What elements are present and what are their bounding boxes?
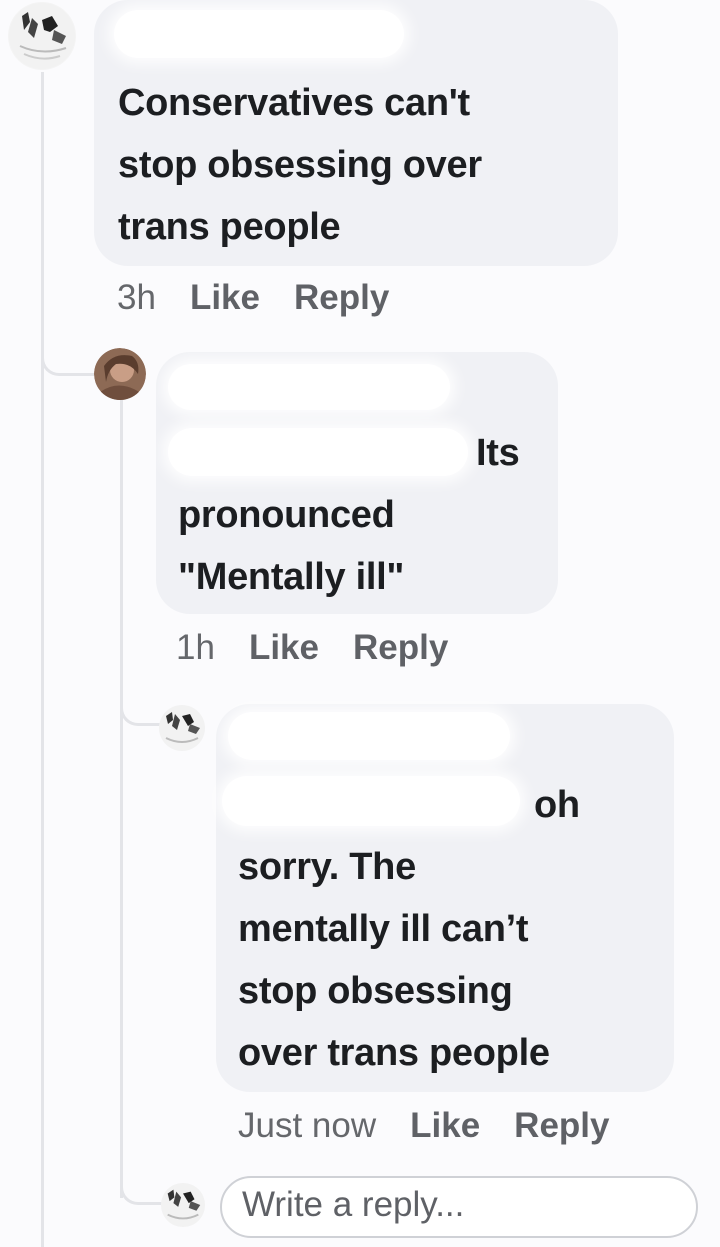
comment-bubble-1: Conservatives can't stop obsessing over … xyxy=(94,0,618,266)
like-button[interactable]: Like xyxy=(410,1106,480,1146)
thread-connector-2 xyxy=(120,680,162,726)
thread-connector-1 xyxy=(41,320,95,376)
comment-line: Conservatives can't xyxy=(118,82,470,124)
timestamp[interactable]: 1h xyxy=(176,628,215,668)
reply-button[interactable]: Reply xyxy=(353,628,448,668)
commenter-avatar[interactable] xyxy=(94,348,146,400)
redacted-username xyxy=(228,712,510,760)
timestamp[interactable]: 3h xyxy=(117,278,156,318)
thread-line-main xyxy=(41,72,44,1247)
reply-button[interactable]: Reply xyxy=(514,1106,609,1146)
comment-actions-1: 3h Like Reply xyxy=(117,278,389,318)
comment-line: oh xyxy=(534,784,580,826)
brown-photo-avatar-icon xyxy=(94,348,146,400)
comment-line: stop obsessing xyxy=(238,970,513,1012)
comment-line: trans people xyxy=(118,206,341,248)
comment-actions-3: Just now Like Reply xyxy=(238,1106,609,1146)
redacted-username xyxy=(168,428,468,476)
comment-bubble-3: oh sorry. The mentally ill can’t stop ob… xyxy=(216,704,674,1092)
sketch-avatar-icon xyxy=(159,705,205,751)
thread-connector-3 xyxy=(120,1150,162,1205)
comment-line: mentally ill can’t xyxy=(238,908,529,950)
composer-avatar xyxy=(160,1182,206,1228)
comment-line: "Mentally ill" xyxy=(178,556,405,598)
timestamp[interactable]: Just now xyxy=(238,1106,376,1146)
reply-input[interactable]: Write a reply... xyxy=(220,1176,698,1238)
redacted-username xyxy=(114,10,404,58)
comment-thread: Conservatives can't stop obsessing over … xyxy=(0,0,720,1247)
commenter-avatar[interactable] xyxy=(8,2,76,70)
sketch-avatar-icon xyxy=(9,3,75,69)
reply-placeholder: Write a reply... xyxy=(242,1185,465,1224)
comment-line: pronounced xyxy=(178,494,395,536)
commenter-avatar[interactable] xyxy=(158,704,206,752)
like-button[interactable]: Like xyxy=(190,278,260,318)
comment-actions-2: 1h Like Reply xyxy=(176,628,448,668)
comment-bubble-2: Its pronounced "Mentally ill" xyxy=(156,352,558,614)
comment-line: over trans people xyxy=(238,1032,550,1074)
sketch-avatar-icon xyxy=(160,1182,206,1228)
reply-button[interactable]: Reply xyxy=(294,278,389,318)
comment-line: Its xyxy=(476,432,520,474)
redacted-username xyxy=(222,776,520,826)
thread-line-reply xyxy=(120,398,123,1198)
like-button[interactable]: Like xyxy=(249,628,319,668)
comment-line: sorry. The xyxy=(238,846,416,888)
comment-line: stop obsessing over xyxy=(118,144,482,186)
redacted-username xyxy=(168,364,450,410)
